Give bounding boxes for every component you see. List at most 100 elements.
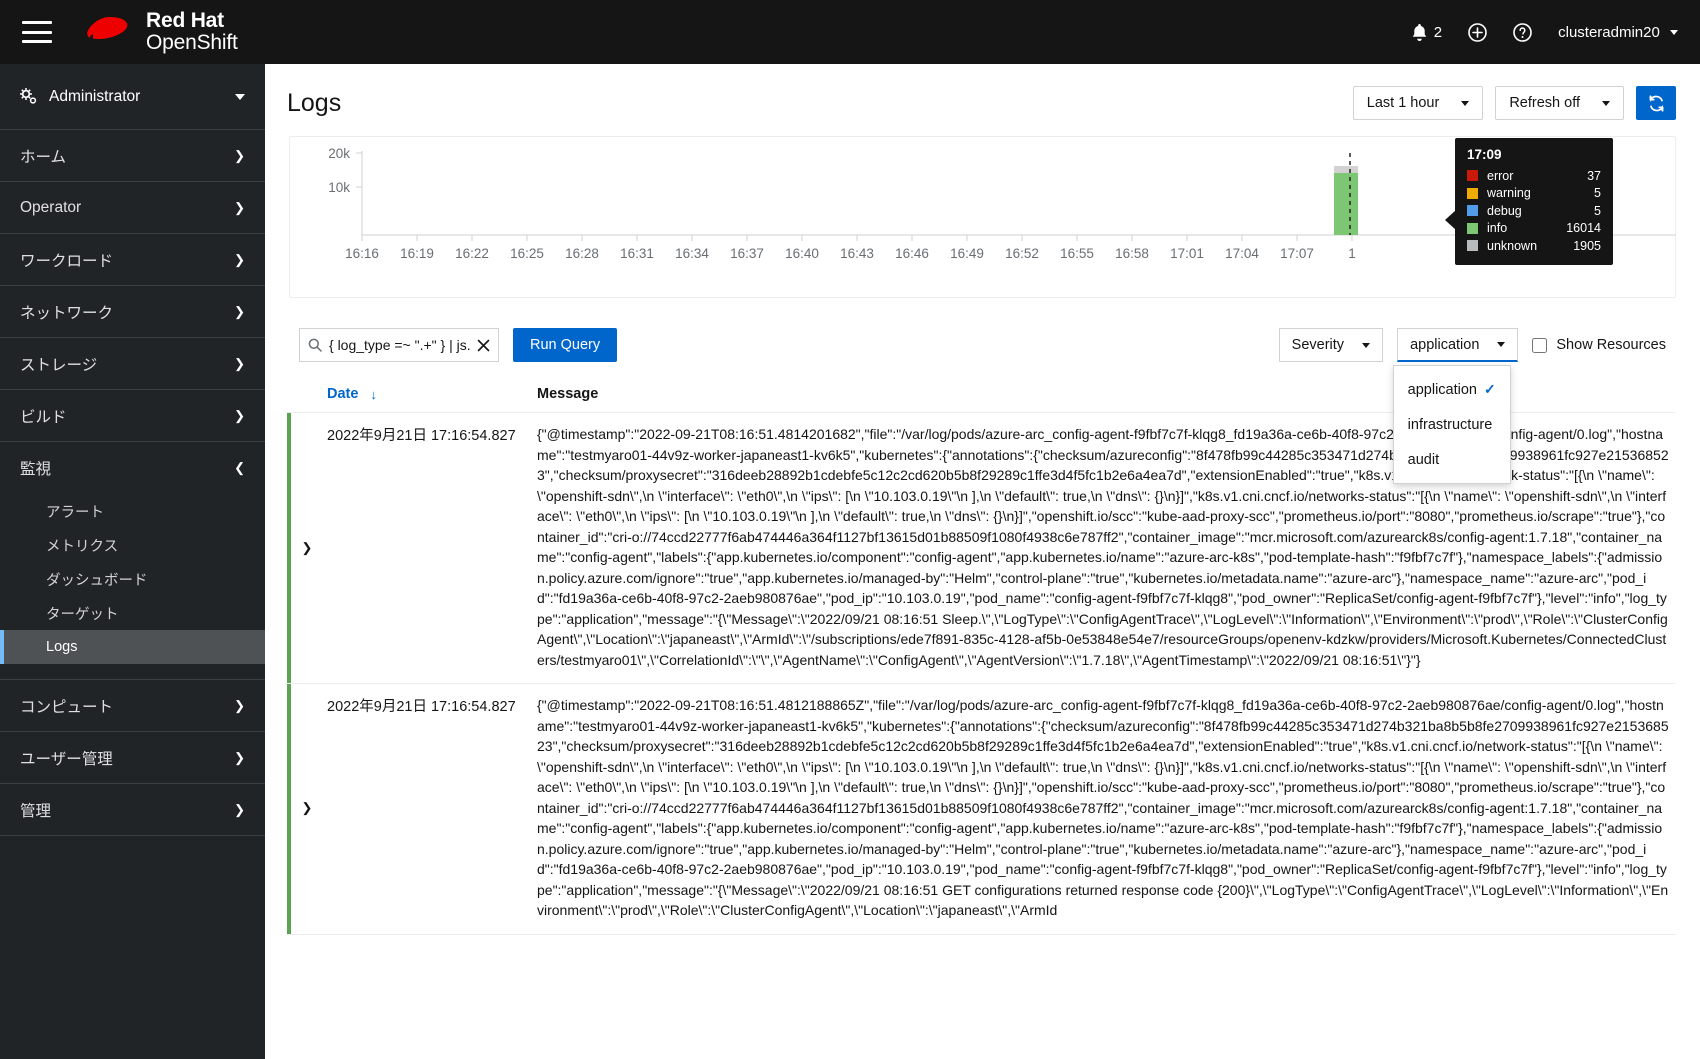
tooltip-row-error: error 37 <box>1467 167 1601 185</box>
tooltip-label: debug <box>1487 203 1522 218</box>
chevron-right-icon: ❯ <box>234 251 245 267</box>
sidebar-item-label: ストレージ <box>20 356 98 374</box>
chevron-right-icon: ❯ <box>234 697 245 713</box>
sidebar-item-user-management[interactable]: ユーザー管理 ❯ <box>0 732 265 784</box>
svg-text:16:52: 16:52 <box>1005 246 1039 261</box>
sidebar-item-operator[interactable]: Operator ❯ <box>0 182 265 234</box>
svg-text:16:55: 16:55 <box>1060 246 1094 261</box>
chevron-right-icon: ❯ <box>234 303 245 319</box>
column-header-date-label: Date <box>327 386 359 402</box>
search-input[interactable] <box>329 337 470 353</box>
add-button[interactable] <box>1468 22 1487 42</box>
show-resources-toggle[interactable]: Show Resources <box>1532 337 1666 353</box>
clear-search-button[interactable] <box>477 339 490 352</box>
chart-bar-1709 <box>1334 166 1358 235</box>
search-icon <box>308 338 322 352</box>
chevron-down-icon <box>1670 30 1678 36</box>
table-row[interactable]: ❯ 2022年9月21日 17:16:54.827 {"@timestamp":… <box>287 684 1676 935</box>
sidebar-item-home[interactable]: ホーム ❯ <box>0 130 265 182</box>
sidebar-item-label: Logs <box>46 639 78 655</box>
sidebar-item-builds[interactable]: ビルド ❯ <box>0 390 265 442</box>
tooltip-time: 17:09 <box>1467 147 1502 162</box>
tooltip-value: 5 <box>1594 186 1601 201</box>
sidebar-item-label: ダッシュボード <box>46 572 148 589</box>
sidebar-item-dashboards[interactable]: ダッシュボード <box>0 562 265 596</box>
sidebar-item-label: 監視 <box>20 461 52 478</box>
sidebar-item-label: ネットワーク <box>20 304 114 322</box>
notifications-button[interactable]: 2 <box>1411 23 1442 42</box>
tenant-label: application <box>1410 336 1480 353</box>
column-header-message[interactable]: Message <box>537 386 598 402</box>
page-title: Logs <box>287 88 342 117</box>
svg-text:16:19: 16:19 <box>400 246 434 261</box>
sidebar-item-administration[interactable]: 管理 ❯ <box>0 784 265 836</box>
tenant-dropdown[interactable]: application <box>1397 328 1519 362</box>
dropdown-option-label: audit <box>1407 451 1440 468</box>
tooltip-arrow <box>1445 210 1456 230</box>
sidebar-item-networking[interactable]: ネットワーク ❯ <box>0 286 265 338</box>
sidebar-item-label: メトリクス <box>46 538 119 555</box>
svg-text:16:37: 16:37 <box>730 246 764 261</box>
main-content: Logs Last 1 hour Refresh off 20k 10k 16:… <box>265 64 1700 1059</box>
svg-text:16:25: 16:25 <box>510 246 544 261</box>
svg-text:10k: 10k <box>328 180 350 195</box>
bell-icon <box>1412 23 1427 41</box>
sidebar-item-compute[interactable]: コンピュート ❯ <box>0 680 265 732</box>
user-menu[interactable]: clusteradmin20 <box>1558 24 1678 41</box>
tooltip-value: 37 <box>1587 168 1601 183</box>
query-toolbar: Run Query Severity application Show Reso… <box>287 320 1676 484</box>
sync-icon <box>1649 94 1663 112</box>
expand-row-button[interactable]: ❯ <box>298 696 317 921</box>
dropdown-option-infrastructure[interactable]: infrastructure <box>1394 407 1510 442</box>
query-search-box[interactable] <box>299 328 499 362</box>
chevron-down-icon <box>1602 100 1610 106</box>
redhat-openshift-logo[interactable]: Red Hat OpenShift <box>80 9 238 54</box>
chevron-down-icon <box>1497 342 1506 347</box>
expand-cell: ❯ <box>287 695 327 921</box>
sidebar-item-label: コンピュート <box>20 698 114 716</box>
chevron-right-icon: ❯ <box>234 407 245 423</box>
plus-circle-icon <box>1468 22 1487 42</box>
expand-cell: ❯ <box>287 424 327 670</box>
dropdown-option-application[interactable]: application ✓ <box>1394 372 1510 407</box>
refresh-button[interactable] <box>1636 86 1676 120</box>
svg-text:17:01: 17:01 <box>1170 246 1204 261</box>
svg-text:1: 1 <box>1348 246 1356 261</box>
sidebar-item-targets[interactable]: ターゲット <box>0 596 265 630</box>
perspective-switcher[interactable]: Administrator <box>0 64 265 130</box>
tenant-dropdown-menu[interactable]: application ✓ infrastructure audit <box>1392 365 1511 484</box>
perspective-label: Administrator <box>49 87 141 105</box>
masthead: Red Hat OpenShift 2 clusteradmin20 <box>0 0 1700 64</box>
show-resources-checkbox[interactable] <box>1532 337 1548 353</box>
masthead-actions: 2 clusteradmin20 <box>1411 22 1678 42</box>
log-histogram-chart[interactable]: 20k 10k 16:16 16:19 16:22 16:25 16:28 16… <box>289 136 1676 298</box>
chevron-right-icon: ❯ <box>234 355 245 371</box>
refresh-interval-dropdown[interactable]: Refresh off <box>1495 86 1624 120</box>
svg-text:17:04: 17:04 <box>1225 246 1259 261</box>
check-icon: ✓ <box>1483 381 1496 397</box>
tooltip-row-unknown: unknown 1905 <box>1467 237 1601 255</box>
time-range-dropdown[interactable]: Last 1 hour <box>1352 86 1484 120</box>
dropdown-option-audit[interactable]: audit <box>1394 442 1510 477</box>
run-query-button[interactable]: Run Query <box>513 328 618 362</box>
help-button[interactable] <box>1513 22 1532 42</box>
sidebar-item-workloads[interactable]: ワークロード ❯ <box>0 234 265 286</box>
sidebar-item-logs[interactable]: Logs <box>0 630 265 664</box>
chevron-right-icon: ❯ <box>234 801 245 817</box>
tooltip-label: error <box>1487 168 1514 183</box>
hamburger-icon[interactable] <box>22 21 52 43</box>
sidebar-item-metrics[interactable]: メトリクス <box>0 528 265 562</box>
sidebar-item-alerts[interactable]: アラート <box>0 494 265 528</box>
tooltip-label: warning <box>1487 186 1531 201</box>
dropdown-option-label: application <box>1407 381 1477 398</box>
chevron-up-icon: ❮ <box>234 460 245 475</box>
svg-text:16:22: 16:22 <box>455 246 489 261</box>
column-header-date[interactable]: Date ↓ <box>327 386 537 402</box>
expand-row-button[interactable]: ❯ <box>298 425 317 670</box>
sidebar-item-storage[interactable]: ストレージ ❯ <box>0 338 265 390</box>
svg-text:16:28: 16:28 <box>565 246 599 261</box>
dropdown-option-label: infrastructure <box>1407 416 1493 433</box>
sidebar-item-observe[interactable]: 監視 ❮ <box>0 442 265 494</box>
logo-line-openshift: OpenShift <box>146 31 238 54</box>
severity-dropdown[interactable]: Severity <box>1278 328 1384 362</box>
